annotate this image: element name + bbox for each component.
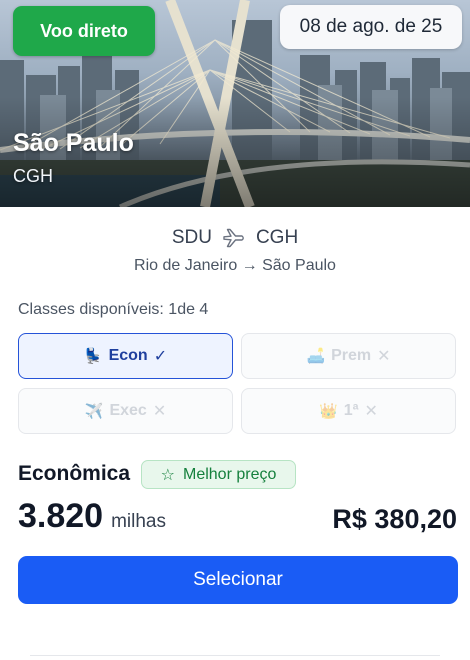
crown-icon: 👑 (319, 403, 338, 420)
check-icon: ✓ (153, 348, 168, 365)
route-cities: Rio de Janeiro → São Paulo (134, 257, 336, 274)
flight-card: Voo direto 08 de ago. de 25 São Paulo CG… (0, 0, 470, 660)
destination-airport-code: CGH (13, 166, 53, 186)
divider (30, 655, 440, 656)
miles-amount: 3.820 milhas (18, 497, 166, 536)
fare-price: R$ 380,20 (332, 504, 457, 534)
destination-code: CGH (255, 227, 299, 248)
close-icon: ✕ (377, 348, 391, 365)
class-option-label: Prem (331, 347, 372, 364)
hero-image: Voo direto 08 de ago. de 25 São Paulo CG… (0, 0, 470, 207)
close-icon: ✕ (152, 403, 167, 420)
available-classes-label: Classes disponíveis: 1de 4 (18, 301, 209, 318)
class-option-label: Econ (108, 347, 148, 364)
route-codes: SDU CGH (0, 225, 470, 251)
origin-code: SDU (171, 227, 212, 248)
best-price-badge: ☆ Melhor preço (141, 460, 296, 489)
fare-class-name: Econômica (18, 462, 131, 485)
class-option-exec: ✈️ Exec ✕ (18, 388, 233, 434)
star-icon: ☆ (160, 466, 175, 484)
class-option-first: 👑 1ª ✕ (241, 388, 456, 434)
class-option-econ[interactable]: 💺 Econ ✓ (18, 333, 233, 379)
plane-icon (222, 226, 246, 250)
select-button[interactable]: Selecionar (18, 556, 458, 604)
class-option-label: Exec (109, 402, 147, 419)
flight-date-badge: 08 de ago. de 25 (280, 5, 462, 49)
airplane-icon: ✈️ (84, 403, 104, 420)
class-option-label: 1ª (343, 402, 359, 419)
seat-icon: 💺 (83, 348, 103, 365)
sofa-icon: 🛋️ (306, 348, 326, 365)
direct-flight-badge: Voo direto (13, 6, 155, 56)
class-option-prem: 🛋️ Prem ✕ (241, 333, 456, 379)
destination-city: São Paulo (13, 129, 134, 157)
miles-unit: milhas (111, 511, 166, 532)
best-price-label: Melhor preço (182, 465, 277, 483)
close-icon: ✕ (364, 403, 378, 420)
miles-value: 3.820 (18, 497, 104, 535)
